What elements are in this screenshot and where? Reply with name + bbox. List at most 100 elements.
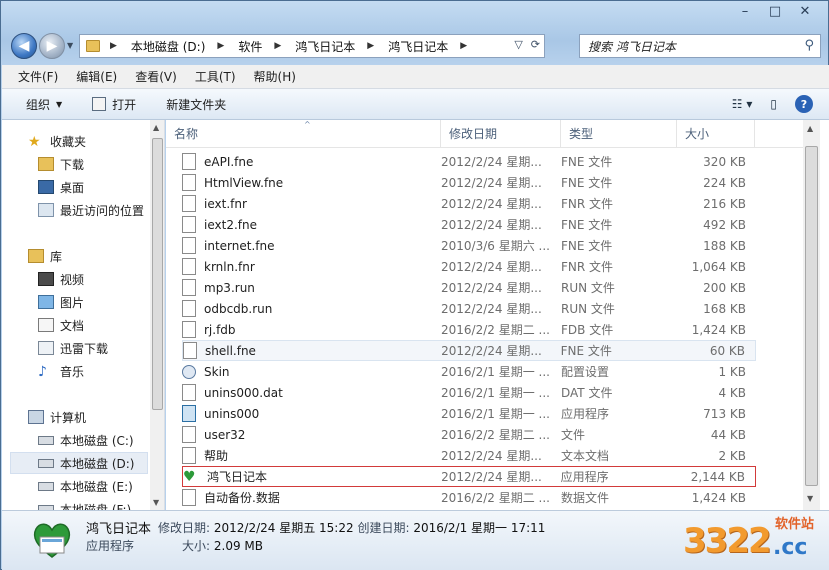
nav-scroll-thumb[interactable] bbox=[152, 138, 163, 410]
maximize-button[interactable]: □ bbox=[760, 1, 790, 21]
nav-drive-f[interactable]: 本地磁盘 (F:) bbox=[38, 498, 131, 510]
file-icon bbox=[182, 321, 196, 338]
file-row[interactable]: rj.fdb 2016/2/2 星期二 ... FDB 文件 1,424 KB bbox=[182, 319, 756, 340]
open-label: 打开 bbox=[112, 97, 137, 112]
breadcrumb-separator-root[interactable]: ▶ bbox=[110, 41, 131, 51]
nav-pictures[interactable]: 图片 bbox=[38, 291, 84, 313]
file-size: 168 KB bbox=[703, 301, 746, 316]
file-row[interactable]: mp3.run 2012/2/24 星期... RUN 文件 200 KB bbox=[182, 277, 756, 298]
desktop-icon bbox=[38, 180, 54, 194]
nav-downloads[interactable]: 下载 bbox=[38, 153, 84, 175]
nav-desktop[interactable]: 桌面 bbox=[38, 176, 84, 198]
breadcrumb-drive-d[interactable]: 本地磁盘 (D:) ▶ bbox=[131, 38, 238, 55]
scroll-up-icon[interactable]: ▲ bbox=[153, 123, 159, 132]
downloads-folder-icon bbox=[38, 157, 54, 171]
heart-app-icon bbox=[33, 523, 71, 558]
column-size[interactable]: 大小 bbox=[677, 120, 755, 148]
minimize-button[interactable]: – bbox=[730, 1, 760, 21]
search-icon[interactable]: ⚲ bbox=[804, 38, 814, 53]
file-date: 2012/2/24 星期... bbox=[441, 470, 542, 484]
address-history-dropdown-icon[interactable]: ▽ bbox=[514, 38, 522, 51]
new-folder-button[interactable]: 新建文件夹 bbox=[166, 96, 226, 113]
video-icon bbox=[38, 272, 54, 286]
menu-file[interactable]: 文件(F) bbox=[18, 68, 58, 85]
breadcrumb-software[interactable]: 软件 ▶ bbox=[238, 38, 295, 55]
address-bar[interactable]: ▶ 本地磁盘 (D:) ▶ 软件 ▶ 鸿飞日记本 ▶ 鸿飞日记本 ▶ ▽ ⟳ bbox=[79, 34, 545, 58]
menu-edit[interactable]: 编辑(E) bbox=[76, 68, 117, 85]
file-icon bbox=[182, 300, 196, 317]
menu-view[interactable]: 查看(V) bbox=[135, 68, 177, 85]
search-box[interactable]: 搜索 鸿飞日记本 ⚲ bbox=[579, 34, 821, 58]
nav-drive-d[interactable]: 本地磁盘 (D:) bbox=[10, 452, 148, 474]
help-icon[interactable]: ? bbox=[795, 95, 813, 113]
nav-recent[interactable]: 最近访问的位置 bbox=[38, 199, 144, 221]
file-name: 帮助 bbox=[204, 449, 229, 463]
nav-computer[interactable]: 计算机 bbox=[28, 406, 86, 428]
scroll-down-icon[interactable]: ▼ bbox=[807, 494, 813, 503]
close-button[interactable]: ✕ bbox=[790, 1, 820, 21]
drive-icon bbox=[38, 481, 54, 491]
scroll-up-icon[interactable]: ▲ bbox=[807, 124, 813, 133]
back-button[interactable]: ◀ bbox=[11, 33, 37, 59]
file-type: RUN 文件 bbox=[561, 302, 615, 316]
file-row[interactable]: user32 2016/2/2 星期二 ... 文件 44 KB bbox=[182, 424, 756, 445]
organize-button[interactable]: 组织 ▼ bbox=[26, 96, 62, 113]
nav-videos[interactable]: 视频 bbox=[38, 268, 84, 290]
preview-pane-icon[interactable]: ▯ bbox=[770, 97, 777, 111]
file-row[interactable]: HtmlView.fne 2012/2/24 星期... FNE 文件 224 KB bbox=[182, 172, 756, 193]
scroll-down-icon[interactable]: ▼ bbox=[153, 498, 159, 507]
column-date[interactable]: 修改日期 bbox=[441, 120, 561, 148]
file-row[interactable]: eAPI.fne 2012/2/24 星期... FNE 文件 320 KB bbox=[182, 151, 756, 172]
file-name-cell: odbcdb.run bbox=[182, 300, 441, 317]
nav-thunder-downloads[interactable]: 迅雷下载 bbox=[38, 337, 108, 359]
menu-help[interactable]: 帮助(H) bbox=[254, 68, 296, 85]
file-row[interactable]: ♥ 鸿飞日记本 2012/2/24 星期... 应用程序 2,144 KB bbox=[182, 466, 756, 487]
column-name[interactable]: 名称 ^ bbox=[166, 120, 441, 148]
file-row[interactable]: krnln.fnr 2012/2/24 星期... FNR 文件 1,064 KB bbox=[182, 256, 756, 277]
search-input[interactable]: 搜索 鸿飞日记本 bbox=[588, 38, 676, 55]
nav-music[interactable]: ♪ 音乐 bbox=[38, 360, 84, 382]
nav-libraries-label: 库 bbox=[50, 249, 63, 264]
file-date: 2012/2/24 星期... bbox=[441, 281, 542, 295]
view-options-icon[interactable]: ☷ ▾ bbox=[732, 97, 753, 111]
list-scroll-thumb[interactable] bbox=[805, 146, 818, 486]
breadcrumb-hongfei-1[interactable]: 鸿飞日记本 ▶ bbox=[295, 38, 388, 55]
open-button[interactable]: 打开 bbox=[92, 96, 136, 113]
nav-music-label: 音乐 bbox=[60, 364, 85, 379]
nav-drive-f-label: 本地磁盘 (F:) bbox=[60, 502, 132, 511]
column-type[interactable]: 类型 bbox=[561, 120, 677, 148]
file-list: 名称 ^ 修改日期 类型 大小 eAPI.fne 2012/2/24 星期... F… bbox=[166, 120, 829, 510]
breadcrumb-hongfei-2[interactable]: 鸿飞日记本 ▶ bbox=[388, 38, 481, 55]
computer-icon bbox=[28, 410, 44, 424]
forward-button[interactable]: ▶ bbox=[39, 33, 65, 59]
file-row[interactable]: unins000.dat 2016/2/1 星期一 ... DAT 文件 4 KB bbox=[182, 382, 756, 403]
nav-documents[interactable]: 文档 bbox=[38, 314, 84, 336]
file-row[interactable]: unins000 2016/2/1 星期一 ... 应用程序 713 KB bbox=[182, 403, 756, 424]
nav-favorites[interactable]: ★ 收藏夹 bbox=[28, 130, 86, 152]
file-icon bbox=[182, 426, 196, 443]
file-icon bbox=[182, 447, 196, 464]
file-size: 713 KB bbox=[703, 406, 746, 421]
file-row[interactable]: iext2.fne 2012/2/24 星期... FNE 文件 492 KB bbox=[182, 214, 756, 235]
file-row[interactable]: 帮助 2012/2/24 星期... 文本文档 2 KB bbox=[182, 445, 756, 466]
recent-pages-dropdown-icon[interactable]: ▼ bbox=[67, 41, 73, 50]
nav-libraries[interactable]: 库 bbox=[28, 245, 62, 267]
refresh-icon[interactable]: ⟳ bbox=[531, 38, 540, 51]
file-row[interactable]: 自动备份.数据 2016/2/2 星期二 ... 数据文件 1,424 KB bbox=[182, 487, 756, 508]
file-row[interactable]: iext.fnr 2012/2/24 星期... FNR 文件 216 KB bbox=[182, 193, 756, 214]
list-scrollbar[interactable]: ▲ ▼ bbox=[803, 120, 820, 510]
nav-drive-c[interactable]: 本地磁盘 (C:) bbox=[38, 429, 134, 451]
caption-buttons: – □ ✕ bbox=[730, 1, 820, 21]
file-size: 60 KB bbox=[709, 343, 745, 358]
nav-scrollbar[interactable]: ▲ ▼ bbox=[150, 120, 164, 510]
file-type: FNR 文件 bbox=[561, 260, 614, 274]
nav-drive-e[interactable]: 本地磁盘 (E:) bbox=[38, 475, 133, 497]
file-row[interactable]: internet.fne 2010/3/6 星期六 ... FNE 文件 188 KB bbox=[182, 235, 756, 256]
file-row[interactable]: Skin 2016/2/1 星期一 ... 配置设置 1 KB bbox=[182, 361, 756, 382]
menu-tools[interactable]: 工具(T) bbox=[195, 68, 236, 85]
file-row[interactable]: odbcdb.run 2012/2/24 星期... RUN 文件 168 KB bbox=[182, 298, 756, 319]
heart-app-icon: ♥ bbox=[183, 468, 199, 485]
file-name-cell: 帮助 bbox=[182, 447, 441, 464]
file-row[interactable]: shell.fne 2012/2/24 星期... FNE 文件 60 KB bbox=[182, 340, 756, 361]
file-size: 2,144 KB bbox=[690, 469, 745, 484]
